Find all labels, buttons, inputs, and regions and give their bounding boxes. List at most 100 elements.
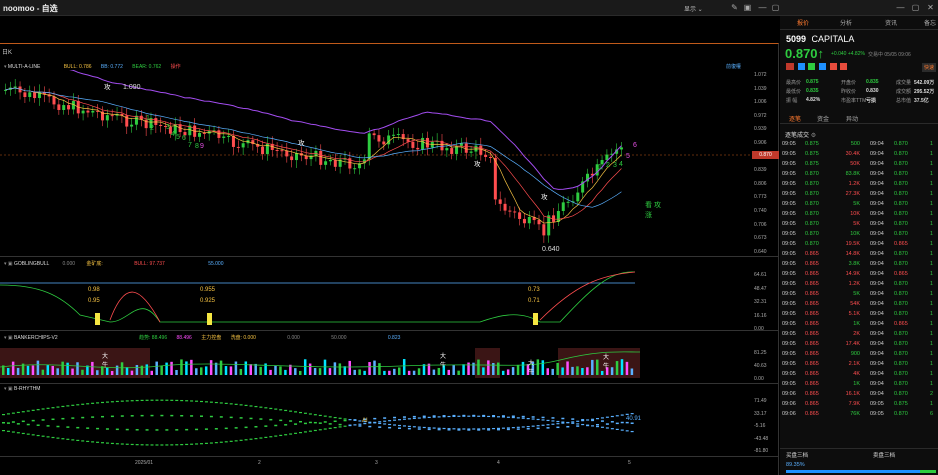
- rhythm-dot: [115, 443, 119, 445]
- banker-f7: 0.823: [387, 335, 401, 341]
- banker-bar: [41, 369, 45, 375]
- banker-header: ▾ ▣ BANKERCHIPS-V2 趋势: 88.496 88.496 主力控…: [4, 335, 401, 341]
- rhythm-dot: [546, 419, 550, 422]
- price-tick: 0.706: [754, 221, 767, 228]
- tick-price: 0.870: [894, 341, 908, 347]
- rhythm-dot: [551, 417, 555, 419]
- subtab-moves[interactable]: 异动: [846, 114, 858, 123]
- tab-memo[interactable]: 备忘: [924, 18, 936, 27]
- tick-row[interactable]: 09:05 0.870 10K 09:04 0.870 1: [782, 231, 938, 241]
- tab-news[interactable]: 资讯: [885, 18, 897, 27]
- tick-row[interactable]: 09:05 0.870 10K 09:04 0.870 1: [782, 211, 938, 221]
- tick-time: 09:05: [782, 331, 796, 337]
- tick-row[interactable]: 09:05 0.870 5K 09:04 0.870 1: [782, 201, 938, 211]
- period-selector[interactable]: 日K: [2, 47, 12, 56]
- minimize-icon[interactable]: —: [757, 2, 768, 13]
- tab-quote[interactable]: 报价: [797, 18, 809, 27]
- rhythm-dot: [234, 403, 238, 405]
- rhythm-dot: [2, 430, 5, 432]
- pencil-icon[interactable]: ✎: [729, 2, 740, 13]
- window-minimize-icon[interactable]: —: [895, 2, 906, 13]
- tick-volume: 1: [930, 401, 934, 407]
- chart-annotation: 8: [195, 143, 199, 150]
- rhythm-dot: [115, 400, 119, 403]
- status-badge: 快速: [922, 63, 937, 72]
- tick-row[interactable]: 09:05 0.875 500 09:04 0.870 1: [782, 141, 938, 151]
- rhythm-dot: [422, 415, 426, 418]
- tab-analysis[interactable]: 分析: [840, 18, 852, 27]
- tick-price: 0.870: [894, 351, 908, 357]
- maximize-icon[interactable]: ▢: [770, 2, 781, 13]
- tick-row[interactable]: 09:05 0.875 50K 09:04 0.870 1: [782, 161, 938, 171]
- window-maximize-icon[interactable]: ▢: [910, 2, 921, 13]
- tick-list[interactable]: 09:05 0.875 500 09:04 0.870 1 09:05 0.875 30.4K 0…: [782, 141, 938, 421]
- rhythm-dot: [398, 427, 401, 429]
- tick-time: 09:05: [870, 411, 884, 417]
- tick-row[interactable]: 09:05 0.865 2K 09:04 0.870 1: [782, 331, 938, 341]
- subtab-ticks[interactable]: 逐笔: [789, 114, 801, 123]
- tick-row[interactable]: 09:05 0.870 5K 09:04 0.870 1: [782, 221, 938, 231]
- chart-annotation: 6: [182, 135, 186, 142]
- tick-row[interactable]: 09:05 0.870 1.2K 09:04 0.870 1: [782, 181, 938, 191]
- tick-row[interactable]: 09:05 0.865 54K 09:04 0.870 1: [782, 301, 938, 311]
- candle-body: [13, 86, 17, 88]
- tick-row[interactable]: 09:05 0.865 4K 09:04 0.870 1: [782, 371, 938, 381]
- tick-price: 0.865: [894, 321, 908, 327]
- show-menu-button[interactable]: 显示 ⌄: [684, 4, 703, 13]
- tick-row[interactable]: 09:06 0.865 76K 09:05 0.870 6: [782, 411, 938, 421]
- rhythm-dot: [620, 429, 624, 431]
- banker-bar: [363, 370, 366, 375]
- tick-row[interactable]: 09:05 0.875 30.4K 09:04 0.870 1: [782, 151, 938, 161]
- tick-price: 0.865: [805, 391, 819, 397]
- tick-row[interactable]: 09:05 0.870 83.8K 09:04 0.870 1: [782, 171, 938, 181]
- rhythm-dot: [452, 428, 456, 430]
- tick-row[interactable]: 09:05 0.865 1K 09:04 0.865 1: [782, 321, 938, 331]
- tick-price: 0.870: [894, 311, 908, 317]
- banker-bar: [398, 367, 401, 375]
- tick-row[interactable]: 09:05 0.865 1K 09:04 0.870 1: [782, 381, 938, 391]
- price-tick: 0.839: [754, 167, 767, 174]
- tick-price: 0.870: [894, 411, 908, 417]
- tick-price: 0.870: [894, 381, 908, 387]
- tick-volume: 3.8K: [848, 261, 860, 267]
- rhythm-dot: [289, 420, 293, 422]
- banker-bar: [566, 361, 569, 375]
- rhythm-dot: [264, 436, 268, 438]
- rhythm-dot: [605, 423, 609, 425]
- rhythm-dot: [31, 419, 35, 422]
- sell-three-label: 卖盘三档: [873, 453, 896, 459]
- rhythm-dot: [536, 427, 540, 430]
- tick-row[interactable]: 09:06 0.865 16.1K 09:04 0.870 2: [782, 391, 938, 401]
- subtab-funds[interactable]: 资金: [817, 114, 829, 123]
- tick-row[interactable]: 09:05 0.865 14.9K 09:04 0.865 1: [782, 271, 938, 281]
- banker-bar: [71, 368, 74, 375]
- rhythm-dot: [313, 414, 317, 416]
- tick-row[interactable]: 09:05 0.865 1.2K 09:04 0.870 1: [782, 281, 938, 291]
- tick-row[interactable]: 09:05 0.865 2.1K 09:04 0.870 1: [782, 361, 938, 371]
- tick-row[interactable]: 09:05 0.865 3.8K 09:04 0.870 1: [782, 261, 938, 271]
- tick-price: 0.865: [805, 371, 819, 377]
- window-close-icon[interactable]: ✕: [925, 2, 936, 13]
- tick-row[interactable]: 09:05 0.865 17.4K 09:04 0.870 1: [782, 341, 938, 351]
- rhythm-dot: [130, 443, 134, 446]
- tick-row[interactable]: 09:05 0.865 5K 09:04 0.870 1: [782, 291, 938, 301]
- layout-icon[interactable]: ▣: [742, 2, 753, 13]
- settings-icon[interactable]: ⚙: [811, 133, 816, 139]
- tick-row[interactable]: 09:05 0.865 14.8K 09:04 0.870 1: [782, 251, 938, 261]
- rhythm-dot: [254, 405, 258, 408]
- rhythm-dot: [422, 417, 426, 419]
- tick-row[interactable]: 09:05 0.865 5.1K 09:04 0.870 1: [782, 311, 938, 321]
- tick-row[interactable]: 09:05 0.870 19.5K 09:04 0.865 1: [782, 241, 938, 251]
- rhythm-dot: [566, 422, 570, 424]
- rehab-button[interactable]: 前復權: [726, 63, 741, 70]
- tick-row[interactable]: 09:06 0.865 7.9K 09:05 0.875 1: [782, 401, 938, 411]
- rhythm-dot: [229, 416, 233, 419]
- tick-price: 0.870: [805, 201, 819, 207]
- rhythm-dot: [209, 401, 213, 403]
- rhythm-dot: [581, 423, 585, 426]
- rhythm-dot: [576, 425, 580, 427]
- tick-row[interactable]: 09:05 0.870 27.3K 09:04 0.870 1: [782, 191, 938, 201]
- tick-volume: 1: [930, 351, 934, 357]
- tick-row[interactable]: 09:05 0.865 900 09:04 0.870 1: [782, 351, 938, 361]
- candle-body: [493, 157, 497, 200]
